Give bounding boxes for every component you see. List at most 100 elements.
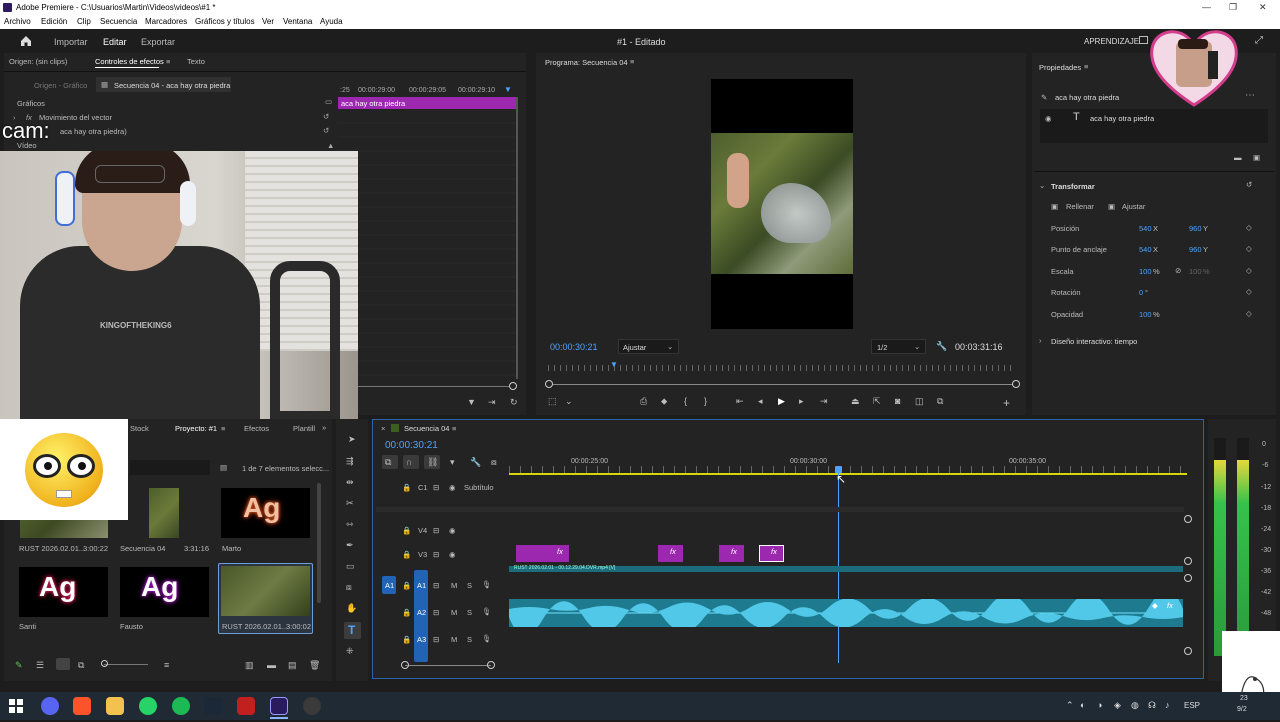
timeline-timecode[interactable]: 00:00:30:21: [385, 440, 438, 451]
freeform-view-icon[interactable]: ⧉: [78, 660, 84, 671]
go-to-in-icon[interactable]: ⇤: [736, 396, 744, 407]
language-indicator[interactable]: ESP: [1184, 701, 1200, 710]
menu-archivo[interactable]: Archivo: [4, 17, 31, 26]
anclaje-y-value[interactable]: 960: [1189, 245, 1202, 254]
tab-plantillas[interactable]: Plantill: [293, 424, 315, 433]
new-layer-icon[interactable]: ▣: [1253, 153, 1260, 162]
step-back-icon[interactable]: ◂: [758, 396, 763, 407]
ec-playhead-icon[interactable]: ▼: [504, 85, 512, 94]
more-options-icon[interactable]: ⋯: [1245, 90, 1255, 101]
posicion-x-value[interactable]: 540: [1139, 224, 1152, 233]
chevron-down-icon[interactable]: ⌄: [565, 396, 573, 407]
layout-icon[interactable]: [1139, 36, 1148, 44]
sync-icon[interactable]: ⊟: [433, 526, 439, 535]
panel-menu-icon[interactable]: ≡: [1084, 62, 1088, 71]
link-icon[interactable]: ⊘: [1175, 266, 1181, 275]
tab-proyecto[interactable]: Proyecto: #1: [175, 424, 217, 433]
panel-menu-icon[interactable]: ≡: [221, 424, 225, 433]
home-icon[interactable]: [20, 35, 32, 46]
track-tool-icon[interactable]: ⧈: [346, 582, 352, 593]
opacidad-value[interactable]: 100: [1139, 310, 1152, 319]
lock-icon[interactable]: 🔒: [402, 581, 411, 590]
mute-button[interactable]: M: [451, 581, 457, 590]
minimize-icon[interactable]: —: [1202, 2, 1211, 12]
sort-icon[interactable]: ≡: [164, 660, 169, 670]
tray-chevron-icon[interactable]: ⌃: [1066, 700, 1074, 711]
multicam-icon[interactable]: ⧉: [937, 396, 943, 407]
find-icon[interactable]: ▬: [267, 660, 276, 670]
export-icon[interactable]: ⇥: [488, 397, 496, 408]
thumbnail-size-slider[interactable]: [104, 664, 148, 665]
v-zoom-handle[interactable]: [1184, 557, 1192, 565]
ripple-edit-icon[interactable]: ⇹: [346, 477, 354, 488]
visibility-eye-icon[interactable]: ◉: [449, 483, 456, 492]
add-marker-icon[interactable]: ▾: [450, 457, 455, 468]
lock-icon[interactable]: 🔒: [402, 550, 411, 559]
microphone-icon[interactable]: 🎙: [482, 580, 492, 589]
tab-origen[interactable]: Origen: (sin clips): [9, 57, 67, 66]
menu-ver[interactable]: Ver: [262, 17, 274, 26]
keyframe-diamond-icon[interactable]: ◇: [1246, 223, 1252, 232]
file-explorer-icon[interactable]: [106, 697, 124, 715]
zoom-handle-right[interactable]: [1012, 380, 1020, 388]
work-area-bar[interactable]: [509, 473, 1187, 475]
a-zoom-handle[interactable]: [1184, 647, 1192, 655]
export-frame-icon[interactable]: ⎙: [640, 396, 647, 407]
reset-icon[interactable]: ↺: [1246, 180, 1252, 189]
solo-button[interactable]: S: [467, 608, 472, 617]
safe-margins-icon[interactable]: ⬚: [548, 396, 557, 407]
lock-icon[interactable]: 🔒: [402, 483, 411, 492]
type-tool-icon[interactable]: T: [348, 623, 355, 637]
windows-start-icon[interactable]: [9, 699, 23, 713]
menu-marcadores[interactable]: Marcadores: [145, 17, 187, 26]
rectangle-tool-icon[interactable]: ▭: [346, 561, 355, 572]
bin-icon[interactable]: ▤: [220, 463, 227, 472]
selection-tool-icon[interactable]: ➤: [348, 434, 356, 445]
keyframe-diamond-icon[interactable]: ◇: [1246, 266, 1252, 275]
tab-editar[interactable]: Editar: [103, 37, 127, 47]
brave-icon[interactable]: [73, 697, 91, 715]
captions-icon[interactable]: ⧇: [491, 457, 497, 468]
new-item-icon[interactable]: ▤: [288, 660, 297, 671]
fill-label[interactable]: Rellenar: [1066, 202, 1094, 211]
sync-icon[interactable]: ⊟: [433, 608, 439, 617]
generative-tool-icon[interactable]: ⁜: [346, 646, 354, 657]
go-to-out-icon[interactable]: ⇥: [820, 396, 828, 407]
collapse-chevron-icon[interactable]: ⌄: [1039, 181, 1045, 190]
steam-icon[interactable]: [204, 697, 222, 715]
tray-app-icon[interactable]: ◑: [1097, 700, 1102, 710]
escala-value[interactable]: 100: [1139, 267, 1152, 276]
wrench-icon[interactable]: 🔧: [936, 341, 947, 352]
program-playhead-icon[interactable]: ▼: [610, 360, 618, 369]
automate-icon[interactable]: ▥: [245, 660, 254, 671]
track-divider[interactable]: [376, 507, 1184, 512]
network-icon[interactable]: ☊: [1148, 700, 1156, 711]
timeline-h-scroll[interactable]: [405, 665, 491, 666]
menu-ayuda[interactable]: Ayuda: [320, 17, 343, 26]
rotacion-value[interactable]: 0: [1139, 288, 1143, 297]
panel-menu-icon[interactable]: ≡: [630, 57, 634, 66]
sync-icon[interactable]: ⊟: [433, 635, 439, 644]
keyframe-diamond-icon[interactable]: ◇: [1246, 287, 1252, 296]
fill-icon[interactable]: ▣: [1051, 202, 1058, 211]
comparison-icon[interactable]: ◫: [915, 396, 924, 407]
h-scroll-handle[interactable]: [487, 661, 495, 669]
whatsapp-icon[interactable]: [139, 697, 157, 715]
premiere-taskbar-icon[interactable]: [270, 697, 288, 715]
spotify-icon[interactable]: [172, 697, 190, 715]
sync-icon[interactable]: ⊟: [433, 483, 439, 492]
track-select-icon[interactable]: ⇶: [346, 456, 354, 467]
anclaje-x-value[interactable]: 540: [1139, 245, 1152, 254]
lock-icon[interactable]: 🔒: [402, 526, 411, 535]
ec-zoom-track[interactable]: [356, 386, 514, 387]
tab-importar[interactable]: Importar: [54, 37, 88, 47]
icon-view-icon[interactable]: [56, 658, 70, 670]
sync-icon[interactable]: ⊟: [433, 581, 439, 590]
more-tabs-icon[interactable]: »: [322, 423, 326, 432]
tab-texto[interactable]: Texto: [187, 57, 205, 66]
panel-menu-icon[interactable]: ≡: [166, 57, 170, 66]
razor-tool-icon[interactable]: ✂: [346, 498, 354, 509]
search-input[interactable]: [130, 460, 210, 475]
tray-app-icon[interactable]: ◐: [1080, 700, 1085, 710]
clock-time[interactable]: 23: [1240, 695, 1248, 702]
